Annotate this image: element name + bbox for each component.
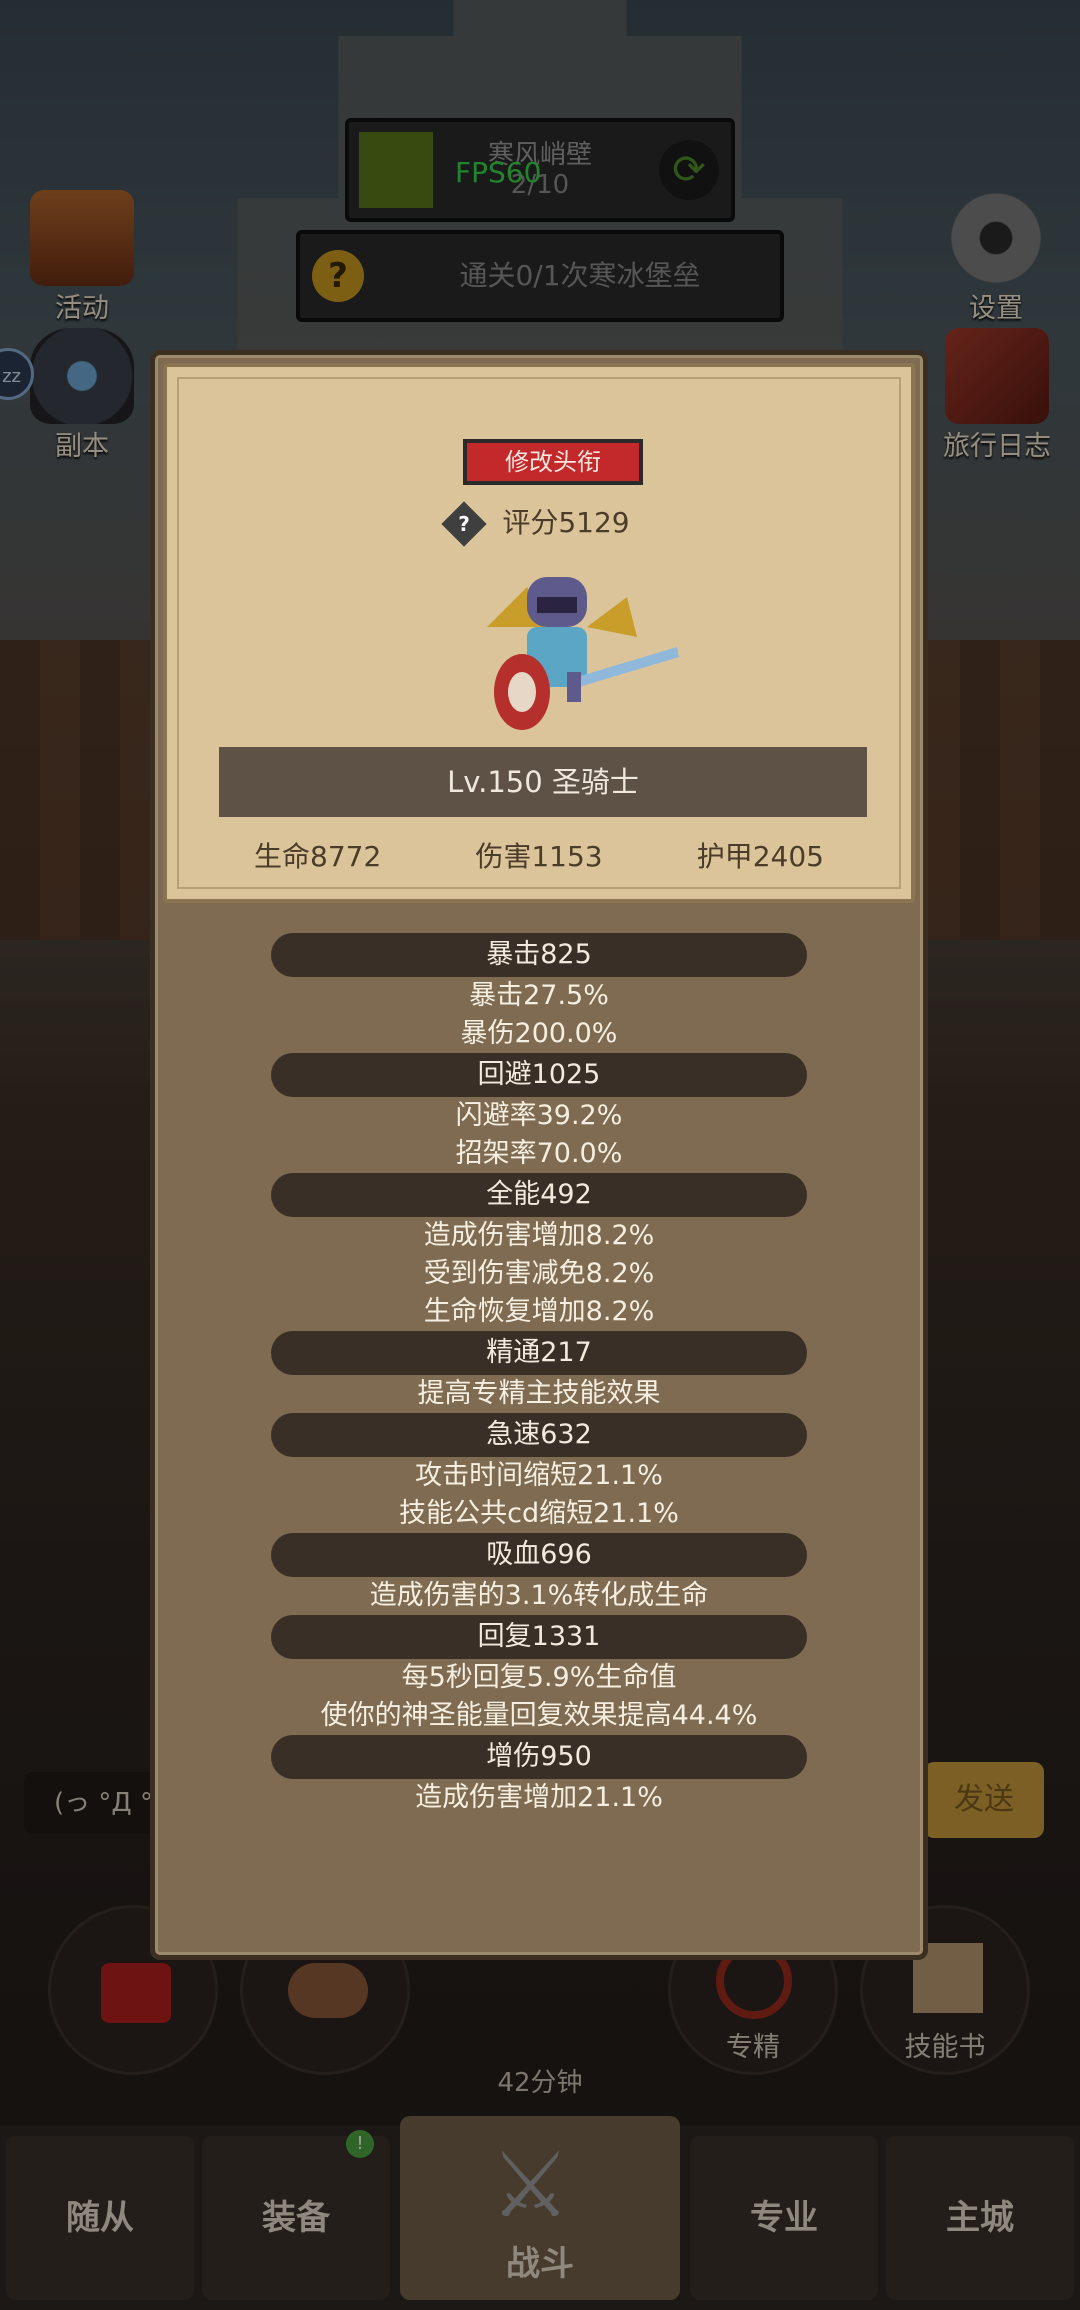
attribute-header: 急速632 (271, 1413, 807, 1457)
armor-stat: 护甲2405 (696, 840, 824, 873)
score-value: 评分5129 (502, 506, 630, 539)
attribute-group: 增伤950 造成伤害增加21.1% (155, 1735, 923, 1817)
attribute-group: 暴击825 暴击27.5% 暴伤200.0% (155, 933, 923, 1053)
attribute-group: 回复1331 每5秒回复5.9%生命值 使你的神圣能量回复效果提高44.4% (155, 1615, 923, 1735)
attribute-line: 使你的神圣能量回复效果提高44.4% (320, 1700, 758, 1731)
change-title-button[interactable]: 修改头衔 (463, 439, 643, 485)
attribute-line: 闪避率39.2% (455, 1100, 623, 1131)
attribute-line: 攻击时间缩短21.1% (415, 1460, 663, 1491)
character-summary: 修改头衔 ? 评分5129 Lv.150 圣骑士 生命8772 伤害1153 护甲… (163, 363, 915, 903)
attribute-line: 造成伤害的3.1%转化成生命 (369, 1580, 709, 1611)
attribute-line: 生命恢复增加8.2% (423, 1296, 655, 1327)
attribute-group: 急速632 攻击时间缩短21.1% 技能公共cd缩短21.1% (155, 1413, 923, 1533)
attribute-group: 精通217 提高专精主技能效果 (155, 1331, 923, 1413)
attribute-header: 暴击825 (271, 933, 807, 977)
attribute-line: 招架率70.0% (455, 1138, 623, 1169)
attribute-line: 每5秒回复5.9%生命值 (401, 1662, 677, 1693)
hp-stat: 生命8772 (254, 840, 382, 873)
attribute-header: 回复1331 (271, 1615, 807, 1659)
attribute-list: 暴击825 暴击27.5% 暴伤200.0% 回避1025 闪避率39.2% 招… (155, 933, 923, 1817)
attribute-group: 吸血696 造成伤害的3.1%转化成生命 (155, 1533, 923, 1615)
attribute-header: 精通217 (271, 1331, 807, 1375)
attribute-line: 暴击27.5% (469, 980, 609, 1011)
help-icon[interactable]: ? (441, 501, 487, 547)
attribute-header: 增伤950 (271, 1735, 807, 1779)
level-class-band: Lv.150 圣骑士 (219, 747, 867, 817)
damage-stat: 伤害1153 (475, 840, 603, 873)
base-stats: 生命8772 伤害1153 护甲2405 (167, 835, 911, 875)
attribute-line: 造成伤害增加21.1% (415, 1782, 663, 1813)
attribute-line: 造成伤害增加8.2% (423, 1220, 655, 1251)
paladin-avatar (487, 577, 679, 730)
attribute-line: 受到伤害减免8.2% (423, 1258, 655, 1289)
attribute-header: 回避1025 (271, 1053, 807, 1097)
attribute-header: 全能492 (271, 1173, 807, 1217)
attribute-line: 提高专精主技能效果 (417, 1378, 661, 1409)
attribute-line: 暴伤200.0% (460, 1018, 618, 1049)
attribute-line: 技能公共cd缩短21.1% (399, 1498, 679, 1529)
score-row: ? 评分5129 (167, 501, 911, 547)
attribute-group: 全能492 造成伤害增加8.2% 受到伤害减免8.2% 生命恢复增加8.2% (155, 1173, 923, 1331)
character-stats-panel: 修改头衔 ? 评分5129 Lv.150 圣骑士 生命8772 伤害1153 护甲… (150, 350, 928, 1960)
attribute-header: 吸血696 (271, 1533, 807, 1577)
attribute-group: 回避1025 闪避率39.2% 招架率70.0% (155, 1053, 923, 1173)
